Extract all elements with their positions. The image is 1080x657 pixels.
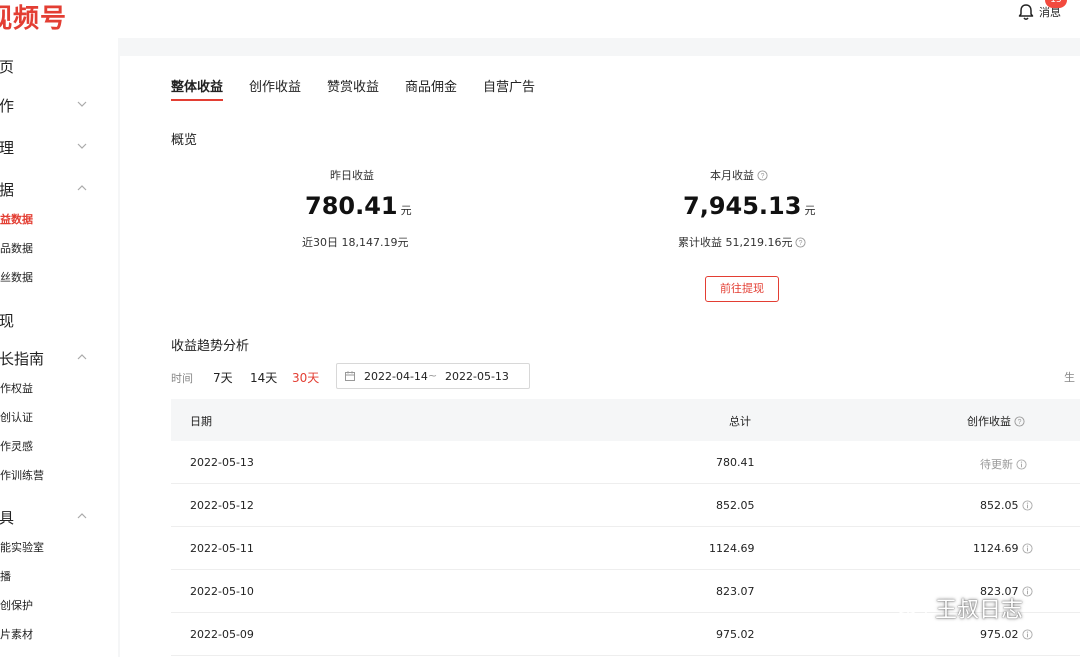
sidebar: 首页 创作 管理 数据 收益数据 作品数据 粉丝数据 提现 成长指南 创作权益 … [0,38,118,657]
row-creation-value: 1124.69 [973,542,1019,555]
yesterday-value: 780.41 元 [305,192,412,220]
row-date: 2022-05-11 [190,542,254,555]
truncated-text: 生 [1064,371,1075,384]
info-icon[interactable] [1021,629,1033,640]
row-total: 780.41 [716,456,755,469]
svg-text:?: ? [761,172,765,179]
chevron-down-icon[interactable] [76,98,88,110]
withdraw-button[interactable]: 前往提现 [705,276,779,302]
month-label: 本月收益 ? [710,167,768,183]
date-start: 2022-04-14 [364,370,428,383]
table-row: 2022-05-11 1124.69 1124.69 [171,527,1080,570]
help-icon[interactable]: ? [1014,415,1025,427]
watermark-text: 王叔日志 [935,598,1024,623]
total-revenue: 累计收益 51,219.16元 ? [678,234,807,250]
sidebar-sub-fans-data[interactable]: 粉丝数据 [0,269,33,285]
sidebar-sub-training-camp[interactable]: 创作训练营 [0,467,44,483]
row-date: 2022-05-12 [190,499,254,512]
yesterday-value-unit: 元 [400,204,412,217]
chevron-up-icon[interactable] [76,182,88,194]
row-total: 823.07 [716,585,755,598]
table-header: 日期 总计 创作收益 ? [171,399,1080,441]
row-date: 2022-05-10 [190,585,254,598]
date-end: 2022-05-13 [445,370,509,383]
filter-30-days[interactable]: 30天 [292,369,319,386]
help-icon[interactable]: ? [795,236,807,248]
bell-icon [1018,4,1034,20]
last-30-days: 近30日 18,147.19元 [302,234,408,250]
sidebar-item-withdraw[interactable]: 提现 [0,310,102,331]
yesterday-label: 昨日收益 [330,167,374,183]
yesterday-label-text: 昨日收益 [330,169,374,182]
active-tab-indicator [171,99,223,101]
total-revenue-text: 累计收益 51,219.16元 [678,236,793,249]
date-range-picker[interactable]: 2022-04-14 ~ 2022-05-13 [336,363,530,389]
sidebar-sub-original-cert[interactable]: 原创认证 [0,409,33,425]
row-date: 2022-05-13 [190,456,254,469]
sidebar-sub-image-assets[interactable]: 图片素材 [0,626,33,642]
messages-button[interactable]: 消息 15 [1016,0,1067,22]
logo[interactable]: 视频号 [0,0,67,35]
row-date: 2022-05-09 [190,628,254,641]
tab-product-commission[interactable]: 商品佣金 [405,76,457,95]
svg-text:?: ? [799,239,803,246]
yesterday-value-number: 780.41 [305,192,398,220]
row-total: 852.05 [716,499,755,512]
row-creation-value: 待更新 [980,458,1013,471]
tab-overall-revenue[interactable]: 整体收益 [171,76,223,95]
row-creation: 852.05 [980,499,1033,512]
table-row: 2022-05-12 852.05 852.05 [171,484,1080,527]
watermark: 王叔日志 [893,592,1023,624]
table-row: 2022-05-13 780.41 待更新 [171,441,1080,484]
calendar-icon [345,371,355,381]
info-icon[interactable] [1016,458,1027,470]
sidebar-sub-original-protect[interactable]: 原创保护 [0,597,33,613]
tab-self-ads[interactable]: 自营广告 [483,76,535,95]
info-icon[interactable] [1021,586,1033,597]
main-panel: 整体收益 创作收益 赞赏收益 商品佣金 自营广告 概览 昨日收益 780.41 元… [120,56,1080,657]
row-creation: 1124.69 [973,542,1033,555]
trend-title: 收益趋势分析 [171,339,250,354]
sidebar-sub-revenue-data[interactable]: 收益数据 [0,211,33,227]
top-bar: 视频号 消息 15 [0,0,1080,38]
date-separator: ~ [428,369,438,382]
chevron-up-icon[interactable] [76,351,88,363]
col-date: 日期 [190,415,212,428]
tab-tip-revenue[interactable]: 赞赏收益 [327,76,379,95]
sidebar-item-home[interactable]: 首页 [0,56,102,77]
row-creation: 待更新 [980,456,1027,472]
sidebar-sub-live[interactable]: 直播 [0,568,11,584]
message-count-badge: 15 [1045,0,1067,8]
month-value: 7,945.13 元 [683,192,815,220]
chevron-up-icon[interactable] [76,510,88,522]
sidebar-sub-creator-rights[interactable]: 创作权益 [0,380,33,396]
svg-text:?: ? [1018,418,1022,425]
filter-7-days[interactable]: 7天 [213,369,233,386]
tab-creation-revenue[interactable]: 创作收益 [249,76,301,95]
overview-title: 概览 [171,133,198,148]
col-total: 总计 [729,415,751,428]
time-filter-label: 时间 [171,372,193,385]
col-creation-label: 创作收益 [967,415,1011,428]
info-icon[interactable] [1021,543,1033,554]
row-creation-value: 975.02 [980,628,1019,641]
row-creation: 975.02 [980,628,1033,641]
sidebar-sub-inspiration[interactable]: 创作灵感 [0,438,33,454]
row-total: 975.02 [716,628,755,641]
sidebar-sub-works-data[interactable]: 作品数据 [0,240,33,256]
info-icon[interactable] [1021,500,1033,511]
month-value-number: 7,945.13 [683,192,802,220]
col-creation: 创作收益 ? [967,413,1025,429]
sidebar-sub-smart-lab[interactable]: 智能实验室 [0,539,44,555]
month-value-unit: 元 [804,204,816,217]
row-total: 1124.69 [709,542,755,555]
filter-14-days[interactable]: 14天 [250,369,277,386]
wechat-icon [895,595,927,621]
row-creation-value: 852.05 [980,499,1019,512]
chevron-down-icon[interactable] [76,140,88,152]
last-30-days-text: 近30日 18,147.19元 [302,236,409,249]
help-icon[interactable]: ? [757,169,768,181]
month-label-text: 本月收益 [710,169,754,182]
